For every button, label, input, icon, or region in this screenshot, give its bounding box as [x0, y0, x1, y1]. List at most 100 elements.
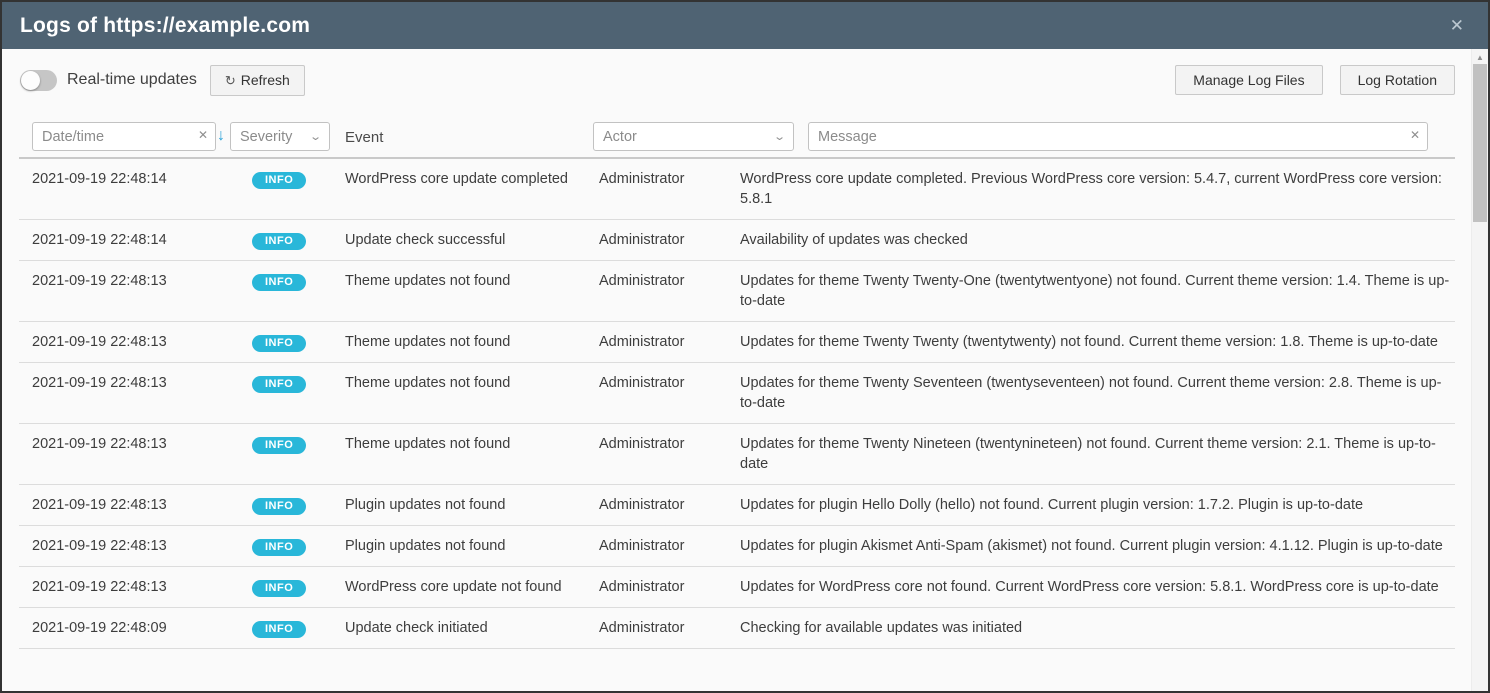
log-actor: Administrator: [599, 373, 740, 393]
chevron-down-icon: ⌄: [309, 130, 322, 143]
log-datetime: 2021-09-19 22:48:14: [32, 230, 252, 250]
datetime-filter: ✕: [32, 122, 216, 151]
severity-filter-label: Severity: [240, 129, 292, 145]
log-datetime: 2021-09-19 22:48:13: [32, 271, 252, 291]
log-datetime: 2021-09-19 22:48:14: [32, 169, 252, 189]
scrollbar-thumb[interactable]: [1473, 64, 1487, 222]
log-table-body: 2021-09-19 22:48:14 INFO WordPress core …: [19, 159, 1455, 649]
severity-badge: INFO: [252, 274, 306, 291]
severity-badge: INFO: [252, 539, 306, 556]
log-severity-cell: INFO: [252, 495, 345, 515]
log-datetime: 2021-09-19 22:48:13: [32, 434, 252, 454]
log-actor: Administrator: [599, 536, 740, 556]
log-message: Checking for available updates was initi…: [740, 618, 1455, 638]
severity-badge: INFO: [252, 621, 306, 638]
log-message: Updates for plugin Hello Dolly (hello) n…: [740, 495, 1455, 515]
log-actor: Administrator: [599, 230, 740, 250]
realtime-updates-toggle[interactable]: [20, 70, 57, 91]
log-datetime: 2021-09-19 22:48:09: [32, 618, 252, 638]
filter-row: ✕ ↓ Severity ⌄ Event Actor ⌄ ✕: [2, 122, 1488, 152]
severity-filter: Severity ⌄: [230, 122, 330, 151]
severity-badge: INFO: [252, 498, 306, 515]
log-actor: Administrator: [599, 271, 740, 291]
log-severity-cell: INFO: [252, 434, 345, 454]
toggle-knob: [21, 71, 40, 90]
log-message: WordPress core update completed. Previou…: [740, 169, 1455, 209]
log-rotation-button[interactable]: Log Rotation: [1340, 65, 1455, 95]
datetime-clear-icon[interactable]: ✕: [198, 129, 208, 141]
log-message: Updates for theme Twenty Nineteen (twent…: [740, 434, 1455, 474]
severity-badge: INFO: [252, 437, 306, 454]
manage-log-files-button[interactable]: Manage Log Files: [1175, 65, 1322, 95]
sort-descending-icon[interactable]: ↓: [217, 127, 225, 145]
table-row[interactable]: 2021-09-19 22:48:13 INFO Theme updates n…: [19, 424, 1455, 485]
log-datetime: 2021-09-19 22:48:13: [32, 577, 252, 597]
log-message: Updates for theme Twenty Seventeen (twen…: [740, 373, 1455, 413]
event-column-header: Event: [345, 129, 383, 146]
log-event: Plugin updates not found: [345, 536, 599, 556]
log-actor: Administrator: [599, 495, 740, 515]
log-event: Theme updates not found: [345, 332, 599, 352]
log-event: Update check initiated: [345, 618, 599, 638]
log-severity-cell: INFO: [252, 577, 345, 597]
table-row[interactable]: 2021-09-19 22:48:13 INFO Theme updates n…: [19, 261, 1455, 322]
log-message: Availability of updates was checked: [740, 230, 1455, 250]
log-event: Theme updates not found: [345, 373, 599, 393]
actor-filter-label: Actor: [603, 129, 637, 145]
severity-filter-select[interactable]: Severity ⌄: [230, 122, 330, 151]
log-actor: Administrator: [599, 169, 740, 189]
log-event: Theme updates not found: [345, 434, 599, 454]
dialog-title: Logs of https://example.com: [20, 14, 310, 38]
table-row[interactable]: 2021-09-19 22:48:13 INFO Plugin updates …: [19, 485, 1455, 526]
log-event: WordPress core update not found: [345, 577, 599, 597]
table-row[interactable]: 2021-09-19 22:48:13 INFO WordPress core …: [19, 567, 1455, 608]
refresh-label: Refresh: [241, 72, 290, 88]
log-message: Updates for theme Twenty Twenty (twentyt…: [740, 332, 1455, 352]
realtime-updates-label: Real-time updates: [67, 71, 197, 89]
close-icon[interactable]: ✕: [1444, 13, 1470, 38]
table-row[interactable]: 2021-09-19 22:48:14 INFO WordPress core …: [19, 159, 1455, 220]
log-datetime: 2021-09-19 22:48:13: [32, 373, 252, 393]
actor-filter-select[interactable]: Actor ⌄: [593, 122, 794, 151]
log-message: Updates for theme Twenty Twenty-One (twe…: [740, 271, 1455, 311]
log-actor: Administrator: [599, 434, 740, 454]
message-filter: ✕: [808, 122, 1428, 151]
log-event: WordPress core update completed: [345, 169, 599, 189]
log-event: Update check successful: [345, 230, 599, 250]
refresh-button[interactable]: ↻ Refresh: [210, 65, 305, 96]
message-filter-input[interactable]: [808, 122, 1428, 151]
table-row[interactable]: 2021-09-19 22:48:14 INFO Update check su…: [19, 220, 1455, 261]
refresh-icon: ↻: [225, 73, 236, 88]
log-datetime: 2021-09-19 22:48:13: [32, 536, 252, 556]
log-message: Updates for plugin Akismet Anti-Spam (ak…: [740, 536, 1455, 556]
severity-badge: INFO: [252, 335, 306, 352]
vertical-scrollbar[interactable]: ▲: [1471, 49, 1488, 691]
log-actor: Administrator: [599, 618, 740, 638]
log-event: Plugin updates not found: [345, 495, 599, 515]
log-actor: Administrator: [599, 577, 740, 597]
table-row[interactable]: 2021-09-19 22:48:13 INFO Plugin updates …: [19, 526, 1455, 567]
message-clear-icon[interactable]: ✕: [1410, 129, 1420, 141]
log-severity-cell: INFO: [252, 169, 345, 189]
log-message: Updates for WordPress core not found. Cu…: [740, 577, 1455, 597]
table-row[interactable]: 2021-09-19 22:48:09 INFO Update check in…: [19, 608, 1455, 649]
severity-badge: INFO: [252, 233, 306, 250]
severity-badge: INFO: [252, 580, 306, 597]
severity-badge: INFO: [252, 172, 306, 189]
log-severity-cell: INFO: [252, 373, 345, 393]
table-row[interactable]: 2021-09-19 22:48:13 INFO Theme updates n…: [19, 322, 1455, 363]
severity-badge: INFO: [252, 376, 306, 393]
log-event: Theme updates not found: [345, 271, 599, 291]
log-actor: Administrator: [599, 332, 740, 352]
log-severity-cell: INFO: [252, 618, 345, 638]
titlebar: Logs of https://example.com ✕: [2, 2, 1488, 49]
table-row[interactable]: 2021-09-19 22:48:13 INFO Theme updates n…: [19, 363, 1455, 424]
log-severity-cell: INFO: [252, 332, 345, 352]
log-severity-cell: INFO: [252, 536, 345, 556]
log-datetime: 2021-09-19 22:48:13: [32, 495, 252, 515]
scroll-up-icon[interactable]: ▲: [1472, 53, 1488, 62]
datetime-filter-input[interactable]: [32, 122, 216, 151]
log-severity-cell: INFO: [252, 271, 345, 291]
log-datetime: 2021-09-19 22:48:13: [32, 332, 252, 352]
toolbar: Real-time updates ↻ Refresh Manage Log Fi…: [20, 64, 1455, 96]
